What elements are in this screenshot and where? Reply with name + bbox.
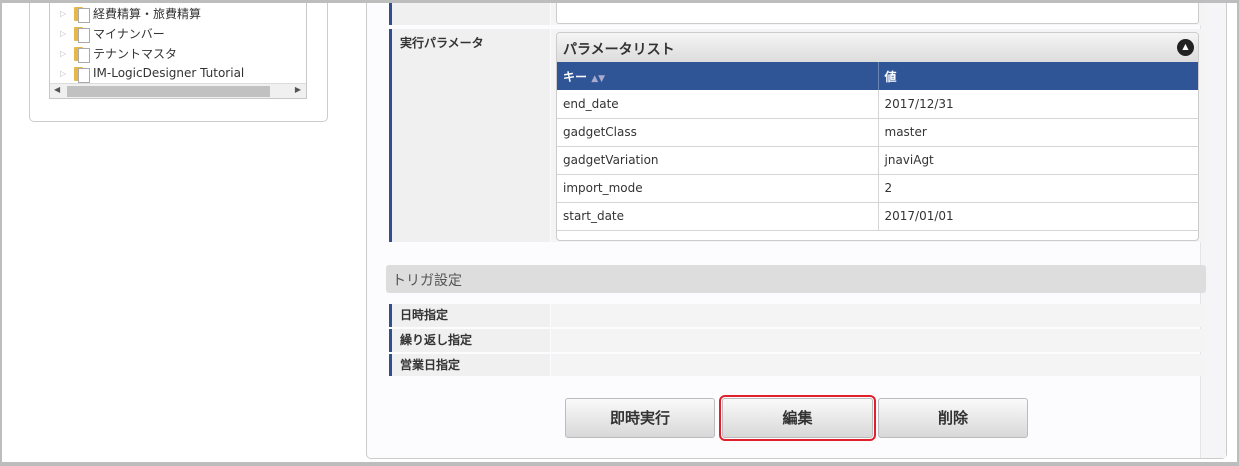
expand-icon[interactable]: ▷ xyxy=(60,49,74,58)
prev-field-label xyxy=(389,0,550,25)
expand-icon[interactable]: ▷ xyxy=(60,9,74,18)
table-row: import_mode 2 xyxy=(557,174,1198,203)
column-header-value: 値 xyxy=(878,62,1198,90)
trigger-business-day-value xyxy=(551,354,1205,376)
trigger-datetime-value xyxy=(551,304,1205,327)
run-now-button[interactable]: 即時実行 xyxy=(565,398,715,438)
trigger-datetime-label: 日時指定 xyxy=(389,304,550,327)
edit-button[interactable]: 編集 xyxy=(719,395,876,441)
horizontal-scrollbar[interactable]: ◀ ▶ xyxy=(50,83,306,98)
table-row: gadgetClass master xyxy=(557,118,1198,147)
sort-icon[interactable]: ▲▼ xyxy=(591,74,605,84)
trigger-repeat-label: 繰り返し指定 xyxy=(389,329,550,352)
collapse-icon[interactable]: ▲ xyxy=(1177,39,1194,56)
prev-field-box[interactable] xyxy=(556,0,1199,24)
scroll-left-icon[interactable]: ◀ xyxy=(54,85,60,94)
trigger-business-day-label: 営業日指定 xyxy=(389,354,550,376)
trigger-section-header: トリガ設定 xyxy=(386,265,1206,293)
folder-icon xyxy=(74,6,90,23)
scroll-right-icon[interactable]: ▶ xyxy=(295,85,301,94)
parameter-list: パラメータリスト ▲ キー ▲▼ 値 end_date 2017/12/31 gadg… xyxy=(556,32,1199,241)
tree-item[interactable]: ▷ 経費精算・旅費精算 xyxy=(60,3,201,23)
folder-icon xyxy=(74,26,90,43)
tree-item[interactable]: ▷ テナントマスタ xyxy=(60,43,177,63)
parameter-table: キー ▲▼ 値 end_date 2017/12/31 gadgetClass mas… xyxy=(557,62,1198,231)
expand-icon[interactable]: ▷ xyxy=(60,29,74,38)
trigger-repeat-value xyxy=(551,329,1205,352)
table-row: gadgetVariation jnaviAgt xyxy=(557,146,1198,175)
column-header-key[interactable]: キー ▲▼ xyxy=(557,62,879,90)
parameter-list-header: パラメータリスト ▲ xyxy=(557,33,1198,62)
scroll-thumb[interactable] xyxy=(67,86,270,97)
tree-item[interactable]: ▷ IM-LogicDesigner Tutorial xyxy=(60,63,244,83)
category-tree: ▷ 経費精算・旅費精算 ▷ マイナンバー ▷ テナントマスタ ▷ IM-LogicDes… xyxy=(49,0,307,99)
expand-icon[interactable]: ▷ xyxy=(60,69,74,78)
table-row: end_date 2017/12/31 xyxy=(557,90,1198,119)
params-label: 実行パラメータ xyxy=(389,29,550,242)
delete-button[interactable]: 削除 xyxy=(878,398,1028,438)
folder-icon xyxy=(74,46,90,63)
table-row: start_date 2017/01/01 xyxy=(557,202,1198,231)
tree-item[interactable]: ▷ マイナンバー xyxy=(60,23,165,43)
parameter-list-title: パラメータリスト xyxy=(563,42,675,58)
folder-icon xyxy=(74,66,90,83)
